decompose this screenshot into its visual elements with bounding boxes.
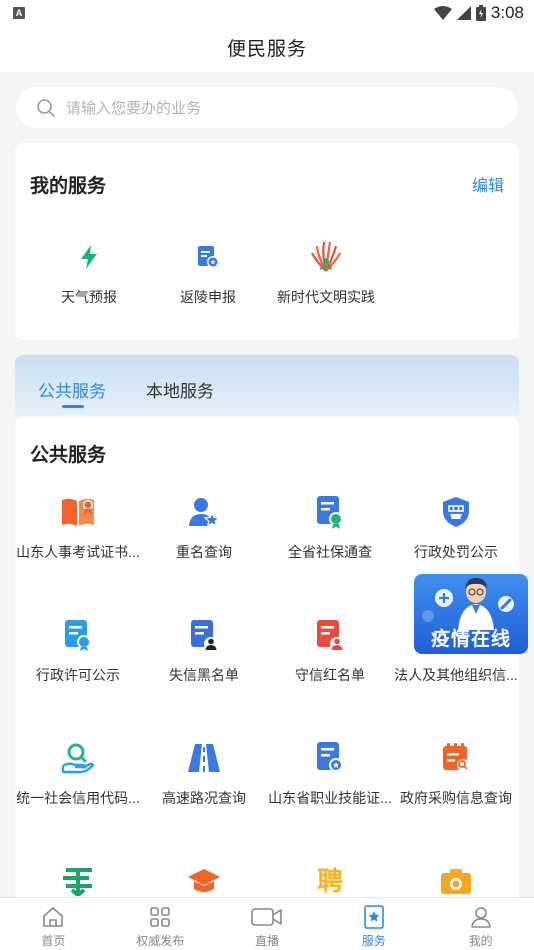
service-camera[interactable] — [393, 863, 519, 899]
road-icon — [186, 740, 222, 776]
service-label: 返陵申报 — [180, 289, 236, 305]
wifi-icon — [433, 6, 452, 20]
my-services-card: 我的服务 编辑 天气预报 返陵申报 新时代文明实践 — [15, 143, 519, 340]
fan-emblem-icon — [308, 239, 344, 275]
public-services-title: 公共服务 — [30, 445, 107, 466]
service-label: 法人及其他组织信... — [394, 667, 518, 683]
service-label: 守信红名单 — [295, 667, 365, 683]
service-label: 高速路况查询 — [162, 790, 246, 806]
tab-public-services[interactable]: 公共服务 — [38, 377, 106, 402]
battery-icon — [475, 5, 486, 21]
nav-official-release[interactable]: 权威发布 — [107, 898, 214, 950]
grid-icon — [107, 905, 214, 929]
skill-certificate-icon — [312, 740, 348, 776]
service-redlist[interactable]: 守信红名单 — [267, 617, 393, 685]
book-certificate-icon — [60, 494, 96, 530]
tab-indicator — [62, 405, 84, 408]
service-gov-procurement[interactable]: 政府采购信息查询 — [393, 740, 519, 808]
permit-icon — [60, 617, 96, 653]
nav-mine[interactable]: 我的 — [427, 898, 534, 950]
service-social-security[interactable]: 全省社保通查 — [267, 494, 393, 562]
service-recruitment[interactable]: 聘 — [267, 863, 393, 899]
nav-label: 权威发布 — [136, 934, 185, 948]
status-icons: 3:08 — [433, 3, 524, 23]
document-seal-icon — [312, 494, 348, 530]
search-icon — [37, 98, 55, 117]
person-icon — [427, 905, 534, 929]
service-highway-status[interactable]: 高速路况查询 — [141, 740, 267, 808]
user-star-icon — [186, 494, 222, 530]
page-title: 便民服务 — [226, 39, 307, 60]
bottom-nav: 首页 权威发布 直播 服务 我的 — [0, 897, 534, 950]
service-label: 重名查询 — [176, 544, 232, 560]
service-label: 全省社保通查 — [288, 544, 372, 560]
calendar-search-icon — [438, 740, 474, 776]
recruit-glyph: 聘 — [316, 866, 343, 896]
service-post[interactable] — [15, 863, 141, 899]
signal-icon — [456, 6, 471, 20]
camera-icon — [438, 863, 474, 899]
service-label: 山东省职业技能证... — [268, 790, 392, 806]
service-civilization-practice[interactable]: 新时代文明实践 — [263, 239, 389, 307]
title-bar: 便民服务 — [0, 28, 534, 72]
document-badge-icon — [190, 239, 226, 275]
service-label: 失信黑名单 — [169, 667, 239, 683]
nav-home[interactable]: 首页 — [0, 898, 107, 950]
service-duplicate-name[interactable]: 重名查询 — [141, 494, 267, 562]
epidemic-online-banner[interactable]: 疫情在线 — [414, 574, 528, 654]
notification-badge: A — [13, 7, 25, 19]
recruit-icon: 聘 — [312, 863, 348, 899]
service-skill-certificate[interactable]: 山东省职业技能证... — [267, 740, 393, 808]
home-icon — [0, 905, 107, 929]
video-camera-icon — [214, 905, 321, 929]
nav-label: 首页 — [41, 934, 66, 948]
service-return-report[interactable]: 返陵申报 — [145, 239, 271, 307]
service-label: 山东人事考试证书... — [16, 544, 140, 560]
nav-label: 我的 — [468, 934, 493, 948]
service-label: 统一社会信用代码... — [16, 790, 140, 806]
nav-label: 服务 — [361, 934, 386, 948]
tab-local-services[interactable]: 本地服务 — [146, 377, 214, 402]
nav-label: 直播 — [254, 934, 279, 948]
service-credit-code[interactable]: 统一社会信用代码... — [15, 740, 141, 808]
search-placeholder: 请输入您要办的业务 — [66, 100, 202, 117]
epidemic-banner-text: 疫情在线 — [430, 629, 511, 650]
star-bookmark-icon — [320, 905, 427, 929]
service-education[interactable] — [141, 863, 267, 899]
status-bar: A 3:08 — [0, 0, 534, 28]
service-penalty-publicity[interactable]: 行政处罚公示 — [393, 494, 519, 562]
service-label: 政府采购信息查询 — [400, 790, 512, 806]
graduation-cap-icon — [186, 863, 222, 899]
status-time: 3:08 — [490, 3, 524, 22]
nav-services[interactable]: 服务 — [320, 898, 427, 950]
service-label: 行政处罚公示 — [414, 544, 498, 560]
redlist-icon — [312, 617, 348, 653]
public-services-card: 公共服务 山东人事考试证书... 重名查询 全省社保通查 行政处罚公示 行政许可… — [15, 417, 519, 897]
service-blacklist[interactable]: 失信黑名单 — [141, 617, 267, 685]
service-label: 行政许可公示 — [36, 667, 120, 683]
edit-button[interactable]: 编辑 — [472, 172, 504, 196]
nav-live[interactable]: 直播 — [214, 898, 321, 950]
service-label: 新时代文明实践 — [277, 289, 375, 305]
my-services-title: 我的服务 — [30, 176, 107, 197]
search-input[interactable]: 请输入您要办的业务 — [16, 87, 518, 128]
post-icon — [60, 863, 96, 899]
service-tabs: 公共服务 本地服务 — [15, 355, 519, 415]
blacklist-icon — [186, 617, 222, 653]
service-label: 天气预报 — [61, 289, 117, 305]
service-exam-certificate[interactable]: 山东人事考试证书... — [15, 494, 141, 562]
shield-penalty-icon — [438, 494, 474, 530]
doctor-illustration-icon — [422, 578, 514, 630]
hand-search-icon — [60, 740, 96, 776]
lightning-icon — [71, 239, 107, 275]
service-weather[interactable]: 天气预报 — [26, 239, 152, 307]
service-admin-permit[interactable]: 行政许可公示 — [15, 617, 141, 685]
